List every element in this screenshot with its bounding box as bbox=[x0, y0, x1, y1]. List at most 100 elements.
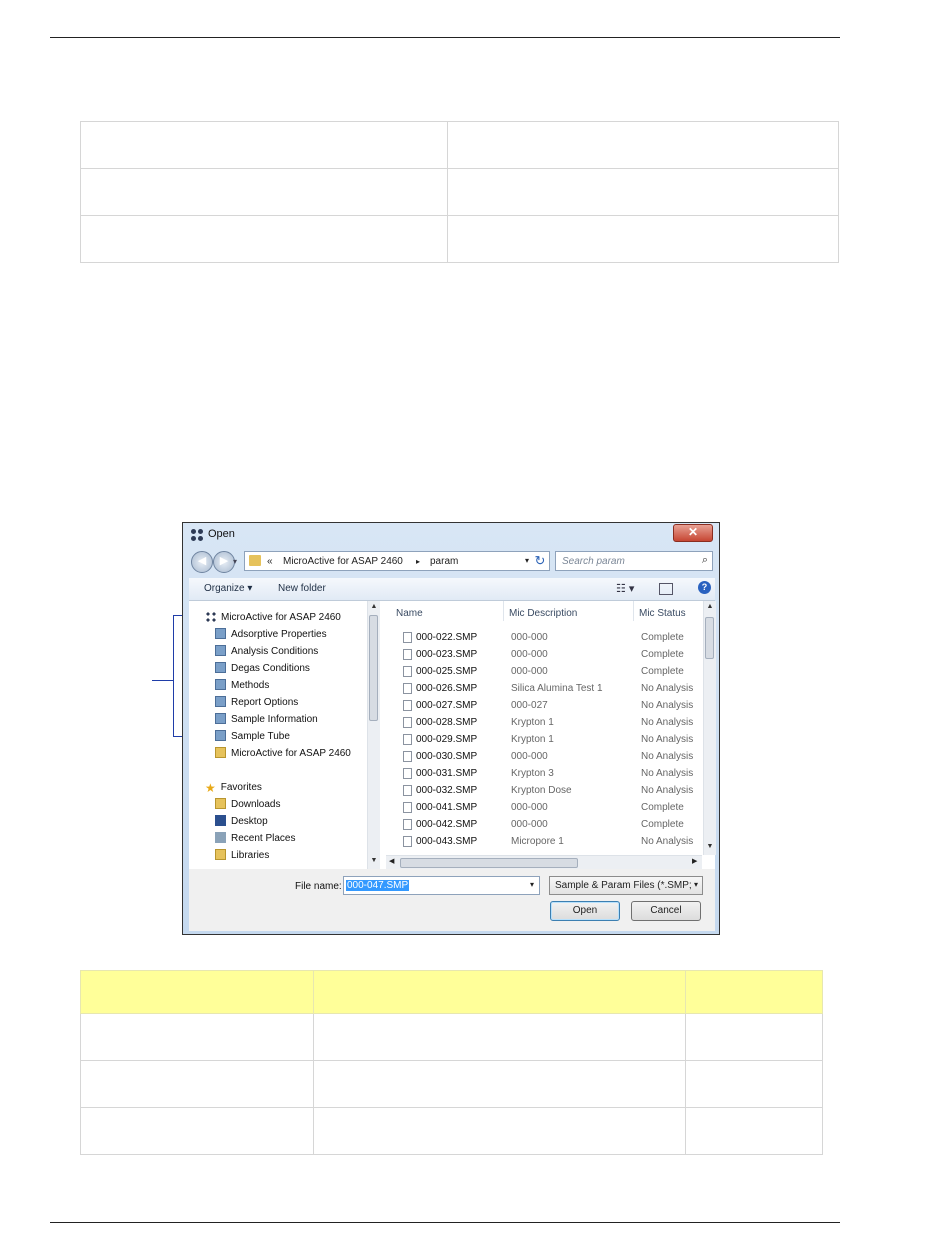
file-row[interactable]: 000-027.SMP 000-027 No Analysis bbox=[386, 697, 696, 714]
file-type-value: Sample & Param Files (*.SMP; bbox=[555, 880, 692, 891]
scroll-thumb[interactable] bbox=[400, 858, 578, 868]
scroll-down-icon[interactable]: ▼ bbox=[368, 857, 380, 864]
breadcrumb-overflow[interactable]: « bbox=[267, 556, 273, 567]
navigation-bar: ◀ ▶ ▾ « MicroActive for ASAP 2460 ▸ para… bbox=[189, 550, 713, 573]
view-options-icon[interactable]: ☷ ▾ bbox=[616, 582, 634, 595]
column-header-description[interactable]: Mic Description bbox=[509, 608, 577, 619]
cancel-button[interactable]: Cancel bbox=[631, 901, 701, 921]
file-status: No Analysis bbox=[641, 785, 694, 796]
file-name-label: File name: bbox=[295, 881, 342, 892]
file-status: No Analysis bbox=[641, 768, 694, 779]
organize-button[interactable]: Organize ▾ bbox=[204, 583, 252, 594]
file-row[interactable]: 000-029.SMP Krypton 1 No Analysis bbox=[386, 731, 696, 748]
file-name: 000-042.SMP bbox=[416, 819, 478, 830]
file-row[interactable]: 000-032.SMP Krypton Dose No Analysis bbox=[386, 782, 696, 799]
file-list: Name Mic Description Mic Status 000-022.… bbox=[386, 601, 716, 869]
open-file-dialog: Open ✕ ◀ ▶ ▾ « MicroActive for ASAP 2460… bbox=[182, 522, 720, 935]
file-scrollbar[interactable]: ▲ ▼ bbox=[703, 601, 716, 855]
file-icon bbox=[403, 666, 412, 677]
help-icon[interactable]: ? bbox=[698, 581, 711, 594]
new-folder-button[interactable]: New folder bbox=[278, 583, 326, 594]
column-header-name[interactable]: Name bbox=[396, 608, 423, 619]
file-icon bbox=[403, 700, 412, 711]
file-icon bbox=[403, 802, 412, 813]
scroll-down-icon[interactable]: ▼ bbox=[704, 843, 716, 850]
scroll-left-icon[interactable]: ◀ bbox=[389, 857, 394, 865]
scroll-right-icon[interactable]: ▶ bbox=[692, 857, 697, 865]
nav-item-sample-tube[interactable]: Sample Tube bbox=[215, 729, 290, 745]
table-header-row bbox=[80, 970, 823, 1014]
file-row[interactable]: 000-043.SMP Micropore 1 No Analysis bbox=[386, 833, 696, 850]
nav-item-recent-places[interactable]: Recent Places bbox=[215, 831, 295, 847]
preview-pane-icon[interactable] bbox=[659, 583, 673, 595]
nav-item-sample-information[interactable]: Sample Information bbox=[215, 712, 318, 728]
file-status: Complete bbox=[641, 666, 684, 677]
file-row[interactable]: 000-041.SMP 000-000 Complete bbox=[386, 799, 696, 816]
file-row[interactable]: 000-023.SMP 000-000 Complete bbox=[386, 646, 696, 663]
search-input[interactable]: Search param ⌕ bbox=[555, 551, 713, 571]
nav-item-degas-conditions[interactable]: Degas Conditions bbox=[215, 661, 310, 677]
file-status: Complete bbox=[641, 802, 684, 813]
file-row[interactable]: 000-026.SMP Silica Alumina Test 1 No Analy… bbox=[386, 680, 696, 697]
scroll-up-icon[interactable]: ▲ bbox=[704, 603, 716, 610]
file-row[interactable]: 000-025.SMP 000-000 Complete bbox=[386, 663, 696, 680]
file-name: 000-028.SMP bbox=[416, 717, 478, 728]
file-description: 000-000 bbox=[511, 649, 548, 660]
nav-item-favorites[interactable]: ★ Favorites bbox=[205, 780, 262, 796]
chevron-down-icon[interactable]: ▾ bbox=[530, 880, 534, 889]
scroll-thumb[interactable] bbox=[705, 617, 714, 659]
nav-item-downloads[interactable]: Downloads bbox=[215, 797, 280, 813]
file-description: Krypton 1 bbox=[511, 717, 554, 728]
top-table bbox=[80, 121, 839, 263]
back-button[interactable]: ◀ bbox=[191, 551, 213, 573]
horizontal-scrollbar[interactable]: ◀ ▶ bbox=[386, 855, 702, 869]
file-status: No Analysis bbox=[641, 683, 694, 694]
breadcrumb-item[interactable]: param bbox=[430, 556, 458, 567]
file-description: 000-027 bbox=[511, 700, 548, 711]
recent-locations-dropdown[interactable]: ▾ bbox=[233, 557, 237, 566]
nav-item-analysis-conditions[interactable]: Analysis Conditions bbox=[215, 644, 318, 660]
forward-button[interactable]: ▶ bbox=[213, 551, 235, 573]
nav-item-microactive-folder[interactable]: MicroActive for ASAP 2460 bbox=[215, 746, 351, 762]
file-name: 000-032.SMP bbox=[416, 785, 478, 796]
file-name: 000-041.SMP bbox=[416, 802, 478, 813]
nav-item-desktop[interactable]: Desktop bbox=[215, 814, 268, 830]
file-icon bbox=[403, 836, 412, 847]
file-type-select[interactable]: Sample & Param Files (*.SMP; ▾ bbox=[549, 876, 703, 895]
nav-item-report-options[interactable]: Report Options bbox=[215, 695, 298, 711]
nav-scrollbar[interactable]: ▲ ▼ bbox=[367, 601, 380, 869]
close-button[interactable]: ✕ bbox=[673, 524, 713, 542]
breadcrumb-item[interactable]: MicroActive for ASAP 2460 bbox=[283, 556, 403, 567]
file-row[interactable]: 000-042.SMP 000-000 Complete bbox=[386, 816, 696, 833]
file-name-input[interactable]: 000-047.SMP ▾ bbox=[343, 876, 540, 895]
file-name: 000-023.SMP bbox=[416, 649, 478, 660]
address-bar[interactable]: « MicroActive for ASAP 2460 ▸ param ▾ bbox=[244, 551, 550, 571]
browser-panes: MicroActive for ASAP 2460 Adsorptive Pro… bbox=[189, 601, 716, 869]
address-dropdown-icon[interactable]: ▾ bbox=[525, 556, 529, 565]
scroll-up-icon[interactable]: ▲ bbox=[368, 603, 380, 610]
file-row[interactable]: 000-028.SMP Krypton 1 No Analysis bbox=[386, 714, 696, 731]
nav-item-libraries[interactable]: Libraries bbox=[215, 848, 269, 864]
chevron-down-icon[interactable]: ▾ bbox=[694, 880, 698, 889]
downloads-icon bbox=[215, 798, 226, 809]
param-file-icon bbox=[215, 679, 226, 690]
refresh-icon[interactable]: ↻ bbox=[530, 551, 550, 571]
file-row[interactable]: 000-022.SMP 000-000 Complete bbox=[386, 629, 696, 646]
scroll-thumb[interactable] bbox=[369, 615, 378, 721]
column-header-status[interactable]: Mic Status bbox=[639, 608, 686, 619]
file-description: Krypton Dose bbox=[511, 785, 572, 796]
nav-item-adsorptive-properties[interactable]: Adsorptive Properties bbox=[215, 627, 327, 643]
breadcrumb-separator-icon[interactable]: ▸ bbox=[416, 557, 420, 566]
table-row bbox=[80, 168, 839, 216]
nav-item-microactive[interactable]: MicroActive for ASAP 2460 bbox=[205, 610, 341, 626]
file-name-value[interactable]: 000-047.SMP bbox=[346, 880, 410, 891]
open-button[interactable]: Open bbox=[550, 901, 620, 921]
file-row[interactable]: 000-031.SMP Krypton 3 No Analysis bbox=[386, 765, 696, 782]
file-description: Micropore 1 bbox=[511, 836, 564, 847]
file-row[interactable]: 000-030.SMP 000-000 No Analysis bbox=[386, 748, 696, 765]
title-bar: Open ✕ bbox=[183, 523, 719, 547]
file-icon bbox=[403, 649, 412, 660]
param-file-icon bbox=[215, 713, 226, 724]
param-file-icon bbox=[215, 628, 226, 639]
nav-item-methods[interactable]: Methods bbox=[215, 678, 269, 694]
